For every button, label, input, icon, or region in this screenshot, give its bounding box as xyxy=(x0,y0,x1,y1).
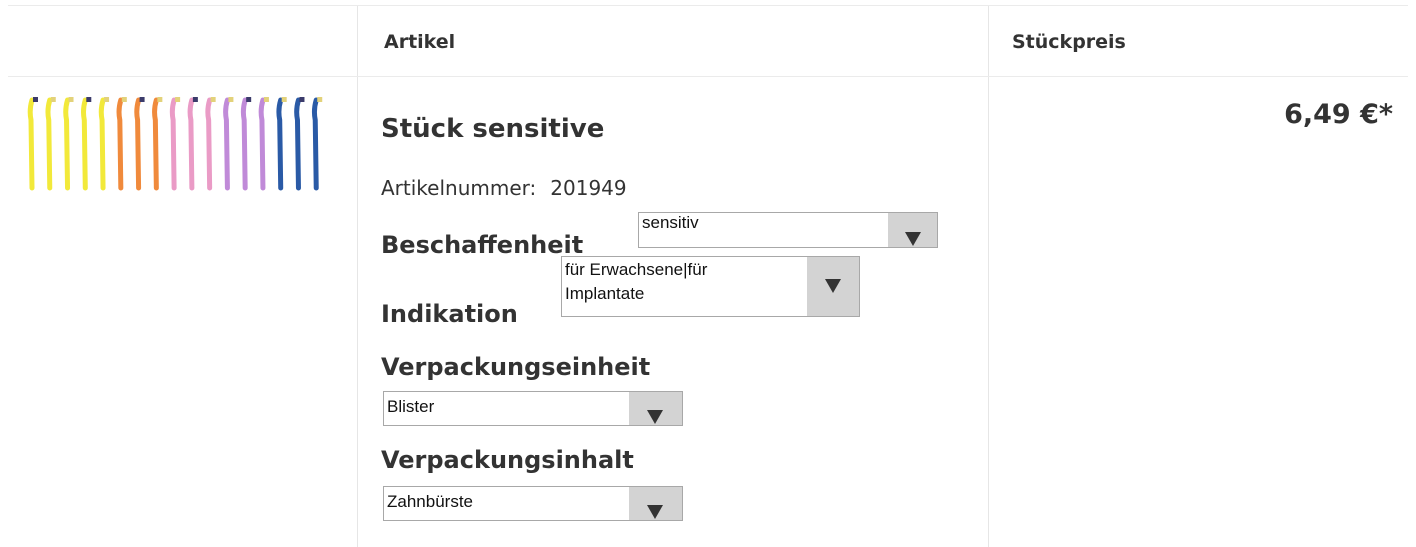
header-unit-price: Stückpreis xyxy=(1012,31,1126,53)
indikation-label: Indikation xyxy=(381,300,518,328)
toothbrush xyxy=(152,97,163,191)
toothbrush xyxy=(276,97,287,191)
column-divider xyxy=(357,6,358,547)
toothbrush xyxy=(63,97,74,191)
toothbrush xyxy=(45,97,56,191)
article-number-value: 201949 xyxy=(550,176,627,200)
indikation-value: für Erwachsene|für Implantate xyxy=(565,260,708,303)
toothbrush xyxy=(223,97,234,191)
article-number-label: Artikelnummer: xyxy=(381,176,537,200)
cart-table: Artikel Stückpreis Stück sensitive Artik… xyxy=(8,5,1408,547)
beschaffenheit-label: Beschaffenheit xyxy=(381,231,584,259)
beschaffenheit-value: sensitiv xyxy=(642,213,699,232)
chevron-down-icon xyxy=(825,279,841,293)
column-divider xyxy=(988,6,989,547)
indikation-dropdown-button[interactable] xyxy=(807,257,859,316)
toothbrush xyxy=(187,97,198,191)
toothbrush xyxy=(27,97,38,191)
toothbrush xyxy=(258,97,269,191)
toothbrush xyxy=(311,97,323,191)
verpackungsinhalt-label: Verpackungsinhalt xyxy=(381,446,634,474)
beschaffenheit-select[interactable]: sensitiv xyxy=(638,212,938,248)
toothbrush xyxy=(98,97,110,191)
verpackungseinheit-label: Verpackungseinheit xyxy=(381,353,651,381)
product-title[interactable]: Stück sensitive xyxy=(381,114,604,144)
header-article: Artikel xyxy=(384,31,456,53)
toothbrush xyxy=(80,97,92,191)
article-number-row: Artikelnummer: 201949 xyxy=(381,176,627,200)
verpackungsinhalt-value: Zahnbürste xyxy=(387,492,473,511)
toothbrush xyxy=(116,97,127,191)
verpackungseinheit-select[interactable]: Blister xyxy=(383,391,683,426)
chevron-down-icon xyxy=(647,505,663,519)
toothbrush xyxy=(169,97,181,191)
verpackungseinheit-dropdown-button[interactable] xyxy=(629,392,682,425)
table-header: Artikel Stückpreis xyxy=(8,6,1408,77)
product-image[interactable] xyxy=(22,96,332,194)
beschaffenheit-dropdown-button[interactable] xyxy=(888,213,937,247)
unit-price: 6,49 €* xyxy=(1284,99,1393,130)
toothbrush xyxy=(134,97,145,191)
verpackungsinhalt-dropdown-button[interactable] xyxy=(629,487,682,520)
chevron-down-icon xyxy=(905,232,921,246)
toothbrush xyxy=(205,97,216,191)
verpackungseinheit-value: Blister xyxy=(387,397,435,416)
indikation-select[interactable]: für Erwachsene|für Implantate xyxy=(561,256,860,317)
toothbrush xyxy=(294,97,305,191)
verpackungsinhalt-select[interactable]: Zahnbürste xyxy=(383,486,683,521)
toothbrush xyxy=(240,97,252,191)
chevron-down-icon xyxy=(647,410,663,424)
